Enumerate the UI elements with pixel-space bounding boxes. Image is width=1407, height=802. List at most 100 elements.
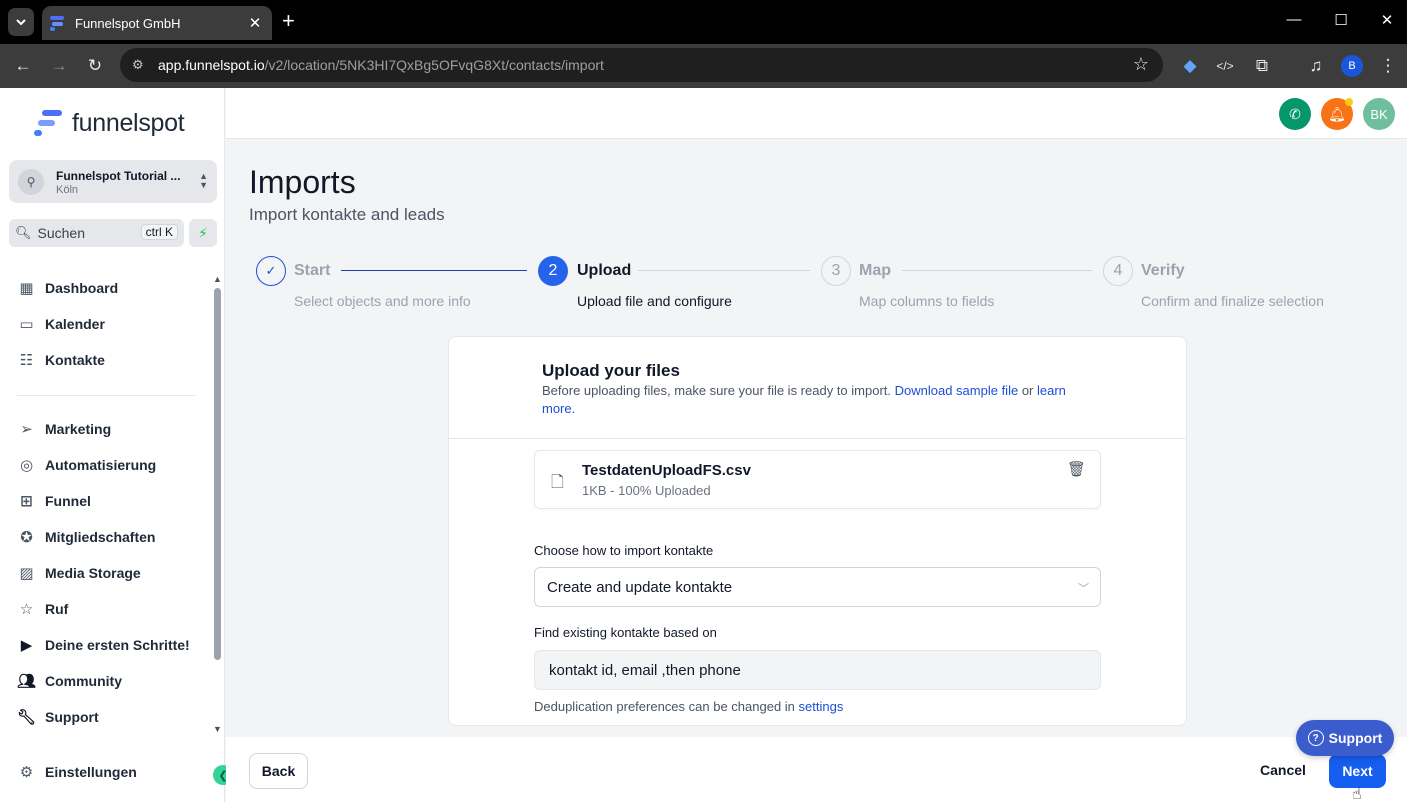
sidebar-item-dashboard[interactable]: ▦ Dashboard	[17, 277, 118, 299]
chevron-updown-icon: ▲ ▼	[199, 171, 208, 190]
bookmark-star-icon[interactable]: ☆	[1133, 54, 1149, 75]
notifications-button[interactable]: 🔔︎	[1321, 98, 1353, 130]
import-mode-select[interactable]: Create and update kontakte ﹀	[534, 567, 1101, 607]
extension-diamond-icon[interactable]: ◆	[1178, 54, 1202, 78]
maximize-icon[interactable]: ☐	[1331, 11, 1351, 29]
browser-tab[interactable]: Funnelspot GmbH ✕	[42, 6, 272, 40]
settings-gear-icon: ⚙	[19, 764, 34, 781]
contacts-icon: ☷	[19, 352, 34, 369]
step-2-title: Upload	[577, 262, 632, 279]
back-arrow-icon[interactable]: ←	[11, 54, 35, 78]
back-button[interactable]: Back	[249, 753, 308, 789]
media-control-icon[interactable]: ♫	[1304, 54, 1328, 78]
dedup-text: Deduplication preferences can be changed…	[534, 699, 799, 714]
search-input[interactable]: 🔍︎ Suchen ctrl K	[9, 219, 184, 247]
notification-dot	[1345, 98, 1353, 106]
calendar-icon: ▭	[19, 316, 34, 333]
settings-link[interactable]: settings	[799, 699, 844, 714]
help-question-icon: ?	[1307, 730, 1324, 746]
brand-logo[interactable]: funnelspot	[34, 108, 185, 138]
sidebar-item-kalender[interactable]: ▭ Kalender	[17, 313, 105, 335]
browser-toolbar: ← → ↻ ⚙ app.funnelspot.io/v2/location/5N…	[0, 44, 1407, 88]
uploaded-file-item: 🗋︎ TestdatenUploadFS.csv 1KB - 100% Uplo…	[534, 450, 1101, 509]
step-2-desc: Upload file and configure	[577, 293, 732, 309]
account-switcher[interactable]: ⚲ Funnelspot Tutorial ... Köln ▲ ▼	[9, 160, 217, 203]
window-close-icon[interactable]: ✕	[1377, 11, 1397, 29]
sidebar-item-ruf[interactable]: ☆ Ruf	[17, 598, 69, 620]
browser-menu-icon[interactable]: ⋮	[1376, 54, 1400, 78]
sidebar-item-einstellungen[interactable]: ⚙ Einstellungen	[17, 761, 137, 783]
sidebar-item-funnel[interactable]: ⊞ Funnel	[17, 490, 91, 512]
new-tab-icon[interactable]: +	[282, 10, 295, 32]
automation-icon: ◎	[19, 457, 34, 474]
support-widget-button[interactable]: ? Support	[1296, 720, 1394, 756]
hand-cursor-icon: ☝	[1352, 786, 1362, 802]
sidebar-item-community[interactable]: 👥︎ Community	[17, 670, 122, 692]
page-title: Imports	[249, 164, 356, 200]
step-connector	[341, 270, 527, 271]
account-name: Funnelspot Tutorial ...	[56, 169, 181, 183]
funnelspot-logo-icon	[34, 108, 64, 138]
nav-divider	[17, 395, 195, 396]
support-label: Support	[1328, 730, 1383, 746]
search-icon: 🔍︎	[15, 225, 32, 240]
phone-button[interactable]: ✆	[1279, 98, 1311, 130]
extension-code-icon[interactable]: </>	[1213, 54, 1237, 78]
card-title: Upload your files	[542, 361, 680, 380]
sidebar-item-media-storage[interactable]: ▨ Media Storage	[17, 562, 140, 584]
sidebar-item-label: Einstellungen	[45, 764, 137, 780]
sidebar-scrollbar[interactable]: ▲ ▼	[213, 274, 222, 734]
step-3-marker: 3	[821, 256, 851, 286]
image-icon: ▨	[19, 565, 34, 582]
step-2-marker: 2	[538, 256, 568, 286]
sidebar-item-deine-ersten-schritte[interactable]: ▶ Deine ersten Schritte!	[17, 634, 190, 656]
next-button[interactable]: Next	[1329, 754, 1386, 788]
step-4-desc: Confirm and finalize selection	[1141, 293, 1324, 309]
sidebar-item-support[interactable]: 🔧︎ Support	[17, 706, 99, 728]
scrollbar-thumb[interactable]	[214, 288, 221, 660]
sidebar-item-mitgliedschaften[interactable]: ✪ Mitgliedschaften	[17, 526, 155, 548]
user-avatar[interactable]: BK	[1363, 98, 1395, 130]
dashboard-icon: ▦	[19, 280, 34, 297]
tab-close-icon[interactable]: ✕	[246, 14, 264, 32]
chevron-down-icon: ﹀	[1078, 583, 1089, 595]
upload-card: Upload your files Before uploading files…	[448, 336, 1187, 726]
dedup-note: Deduplication preferences can be changed…	[534, 699, 843, 714]
brand-name: funnelspot	[72, 108, 185, 137]
funnelspot-favicon-icon	[50, 15, 66, 31]
address-bar[interactable]: ⚙ app.funnelspot.io/v2/location/5NK3HI7Q…	[120, 48, 1163, 82]
import-mode-value: Create and update kontakte	[547, 579, 733, 596]
reload-icon[interactable]: ↻	[83, 54, 107, 78]
scroll-up-icon[interactable]: ▲	[213, 274, 222, 284]
trash-icon[interactable]: 🗑︎	[1067, 460, 1086, 478]
card-desc-text: Before uploading files, make sure your f…	[542, 383, 895, 398]
sidebar-item-automatisierung[interactable]: ◎ Automatisierung	[17, 454, 156, 476]
sidebar-item-label: Deine ersten Schritte!	[45, 637, 190, 653]
sidebar-item-label: Automatisierung	[45, 457, 157, 473]
sidebar-item-marketing[interactable]: ➢ Marketing	[17, 418, 111, 440]
minimize-icon[interactable]: —	[1284, 11, 1304, 28]
forward-arrow-icon[interactable]: →	[47, 54, 71, 78]
find-existing-field[interactable]: kontakt id, email ,then phone	[534, 650, 1101, 690]
find-existing-label: Find existing kontakte based on	[534, 625, 717, 640]
download-sample-link[interactable]: Download sample file	[895, 383, 1019, 398]
sidebar-item-label: Support	[45, 709, 99, 725]
scroll-down-icon[interactable]: ▼	[213, 724, 222, 734]
send-icon: ➢	[20, 421, 33, 438]
location-pin-icon: ⚲	[18, 169, 44, 195]
quick-actions-bolt-icon[interactable]: ⚡	[189, 219, 217, 247]
site-settings-icon[interactable]: ⚙	[132, 57, 144, 73]
sidebar-item-label: Kalender	[45, 316, 105, 332]
sidebar-item-label: Community	[45, 673, 122, 689]
profile-avatar[interactable]: B	[1341, 55, 1363, 77]
step-3-title: Map	[859, 262, 891, 279]
cancel-button[interactable]: Cancel	[1252, 753, 1314, 787]
tab-search-button[interactable]	[8, 8, 34, 36]
url-path: /v2/location/5NK3HI7QxBg5OFvqG8Xt/contac…	[264, 57, 604, 73]
sidebar-item-kontakte[interactable]: ☷ Kontakte	[17, 349, 105, 371]
card-description: Before uploading files, make sure your f…	[542, 382, 1082, 418]
sidebar-item-label: Mitgliedschaften	[45, 529, 156, 545]
wrench-icon: 🔧︎	[16, 709, 37, 726]
file-name: TestdatenUploadFS.csv	[582, 462, 751, 479]
extensions-puzzle-icon[interactable]: ⧉	[1250, 54, 1274, 78]
